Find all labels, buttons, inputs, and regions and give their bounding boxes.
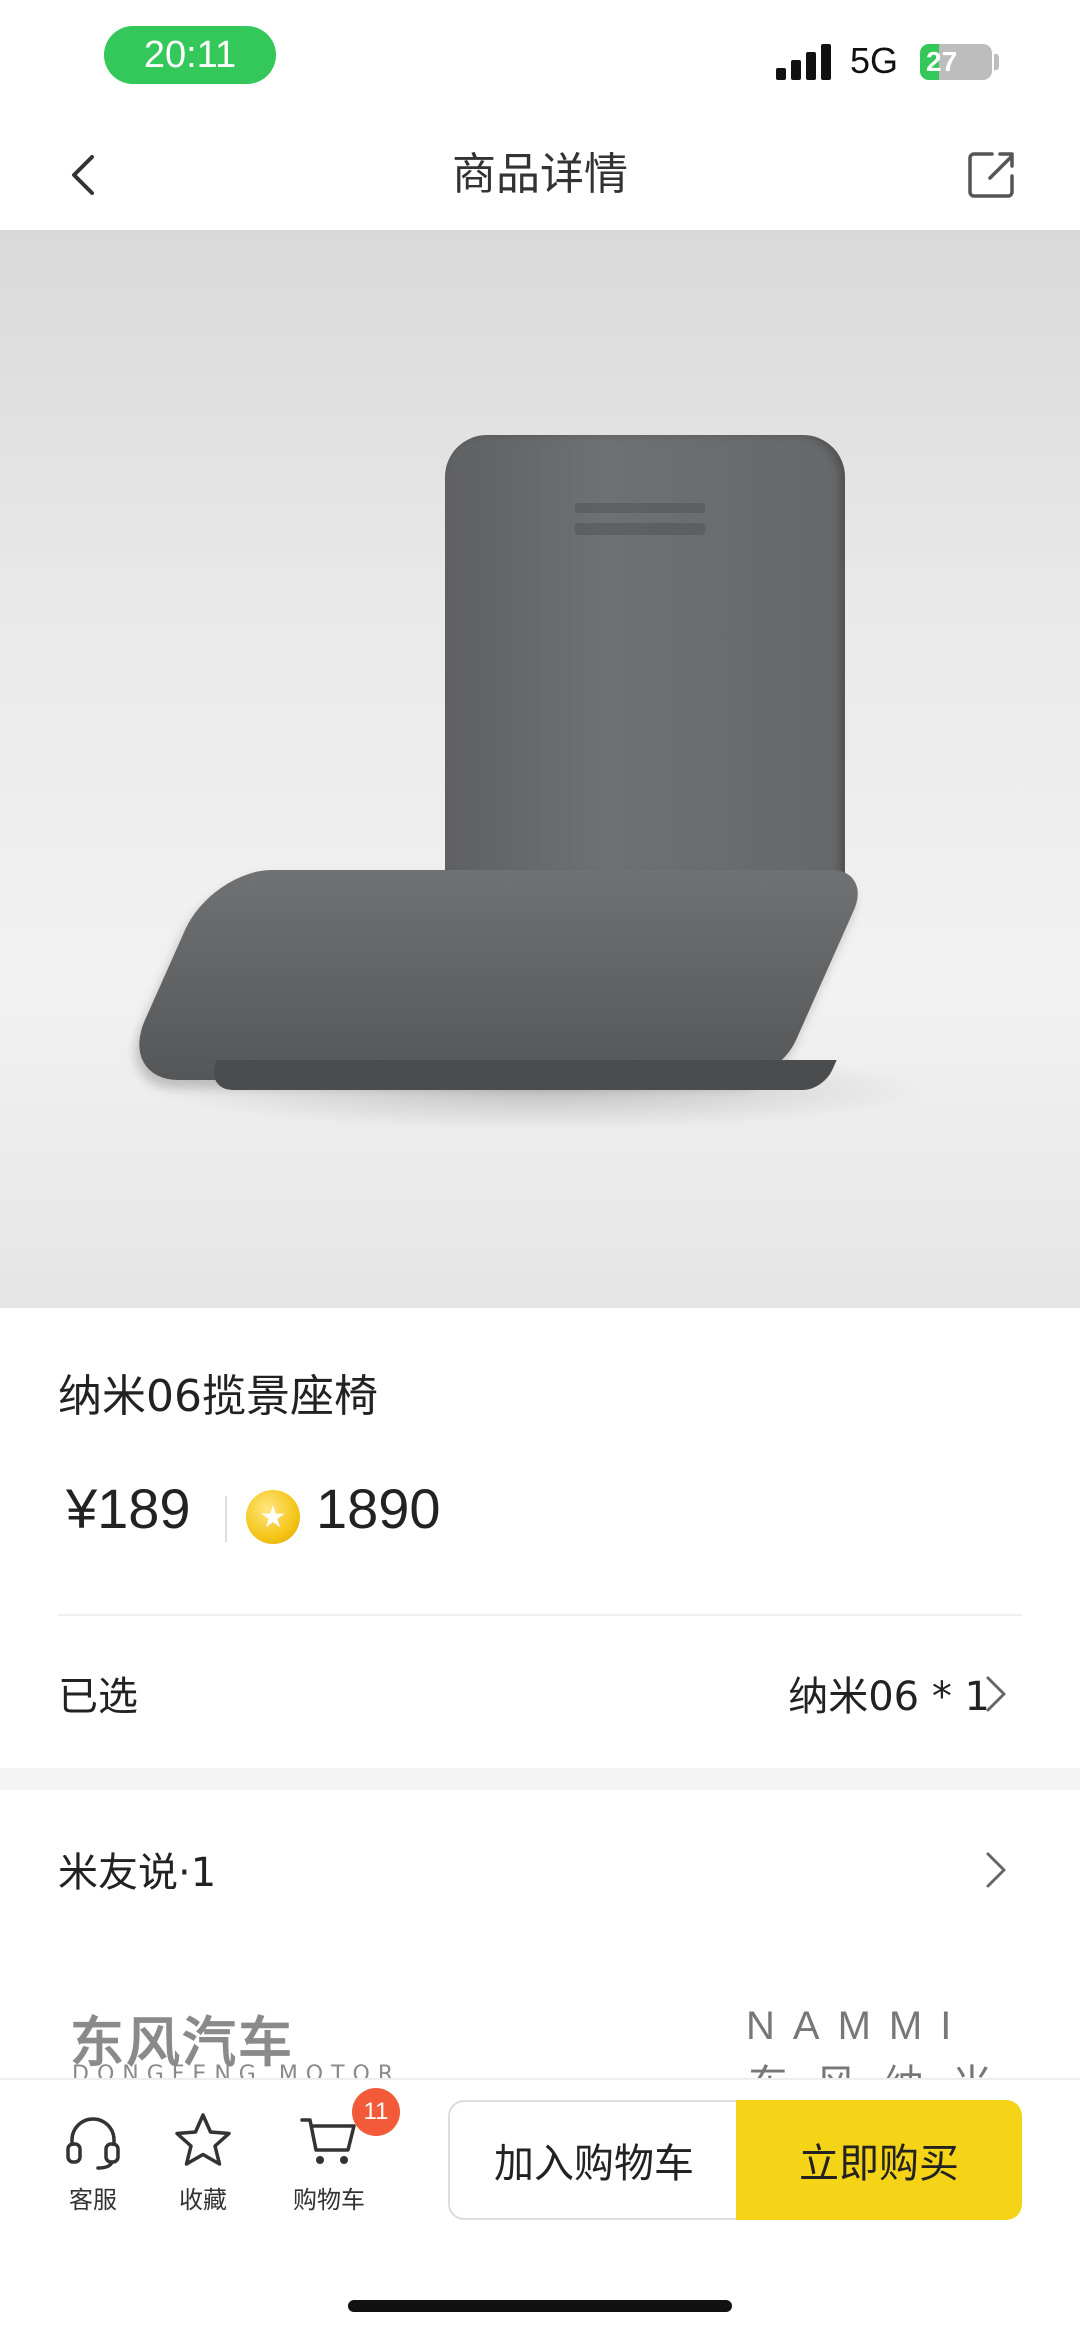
product-price: ¥189 (66, 1477, 191, 1540)
star-icon (175, 2113, 231, 2166)
favorite-label: 收藏 (179, 2186, 227, 2214)
emboss-logo-icon (575, 503, 705, 535)
page-title: 商品详情 (452, 149, 628, 200)
reviews-row[interactable]: 米友说·1 (0, 1790, 1080, 1940)
divider (58, 1614, 1022, 1616)
status-time: 20:11 (104, 26, 276, 84)
headset-icon (66, 2117, 120, 2170)
share-icon[interactable] (964, 146, 1020, 202)
selected-label: 已选 (58, 1674, 138, 1720)
reviews-label: 米友说·1 (58, 1850, 217, 1896)
dongfeng-logo-sub: DONGFENG MOTOR (72, 2062, 402, 2078)
home-indicator[interactable] (348, 2300, 732, 2312)
product-title: 纳米06揽景座椅 (58, 1371, 378, 1422)
seat-cushion (118, 870, 872, 1080)
favorite-button[interactable]: 收藏 (148, 2110, 258, 2220)
product-info: 纳米06揽景座椅 ¥189 ★ 1890 已选 纳米06 * 1 (0, 1308, 1080, 1768)
battery-cap (994, 54, 999, 70)
seat-backrest (445, 435, 845, 905)
network-type: 5G (850, 40, 899, 81)
coin-icon: ★ (246, 1490, 300, 1544)
cart-icon (300, 2118, 356, 2164)
cart-count-badge: 11 (352, 2088, 400, 2136)
chevron-right-icon (986, 1852, 1006, 1888)
product-points: 1890 (316, 1477, 441, 1540)
cart-label: 购物车 (293, 2186, 365, 2214)
add-to-cart-button[interactable]: 加入购物车 (448, 2100, 738, 2220)
status-bar: 20:11 5G 27 (0, 0, 1080, 120)
nav-bar: 商品详情 (0, 120, 1080, 230)
selected-option[interactable]: 纳米06 * 1 (788, 1664, 990, 1722)
battery-icon: 27 (920, 44, 992, 80)
seat-edge (203, 1060, 837, 1090)
chevron-right-icon[interactable] (984, 1674, 1008, 1714)
signal-icon (776, 44, 831, 80)
chevron-left-icon (72, 155, 94, 195)
service-button[interactable]: 客服 (38, 2110, 148, 2220)
bottom-action-bar: 客服 收藏 购物车 11 加入购物车 立即购买 (0, 2078, 1080, 2337)
price-separator (225, 1496, 227, 1542)
service-label: 客服 (69, 2186, 117, 2214)
nammi-logo-sub: 东风纳米 (748, 2052, 1020, 2078)
battery-level: 27 (926, 46, 958, 77)
buy-now-button[interactable]: 立即购买 (736, 2100, 1022, 2220)
back-button[interactable] (58, 148, 108, 202)
brand-banner: 东风汽车 DONGFENG MOTOR NAMMI 东风纳米 (0, 1990, 1080, 2078)
product-image[interactable] (0, 230, 1080, 1308)
nammi-logo: NAMMI (746, 2004, 970, 2048)
section-gap (0, 1768, 1080, 1790)
